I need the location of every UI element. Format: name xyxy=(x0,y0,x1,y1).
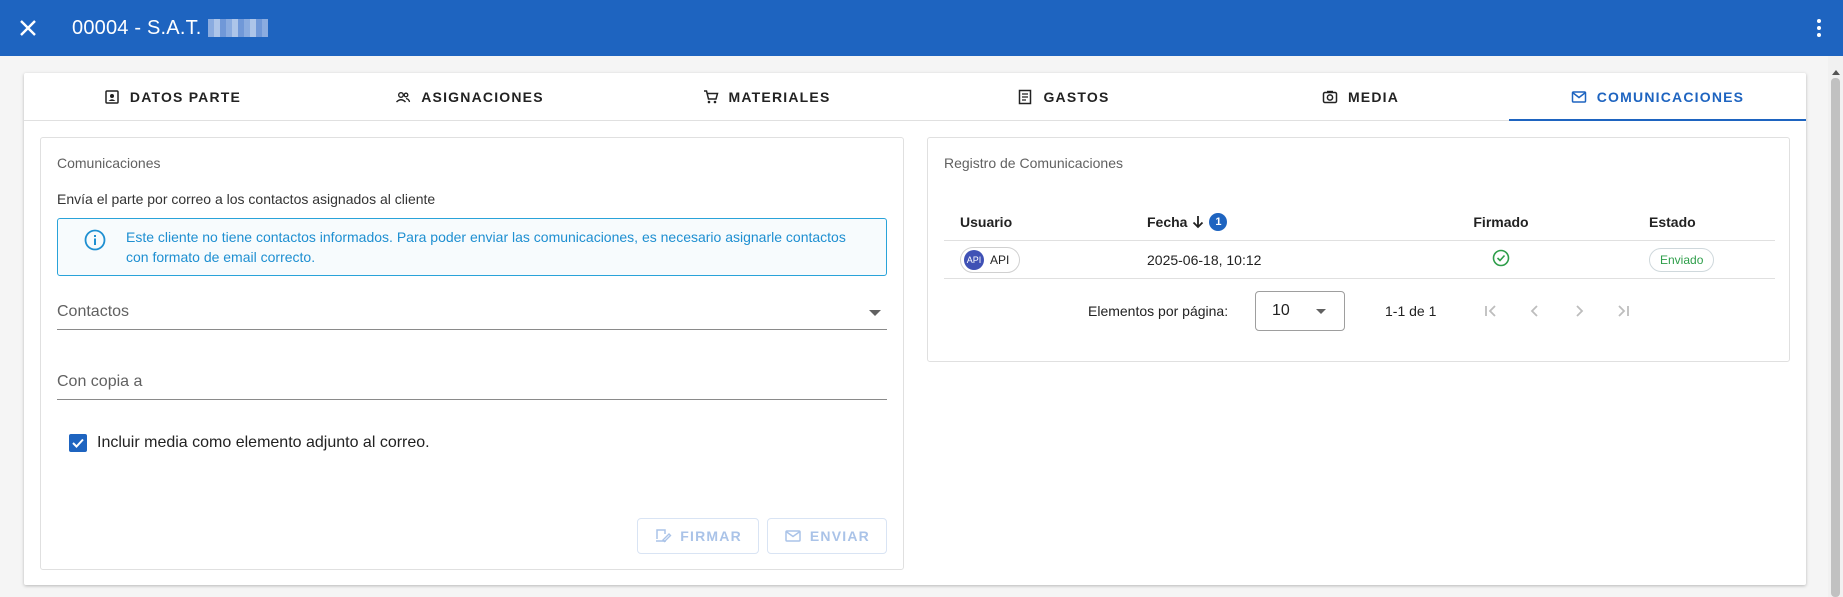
dropdown-arrow-icon xyxy=(1316,309,1326,314)
registro-table: Usuario Fecha 1 Firmado Estado API API 2… xyxy=(944,204,1775,279)
receipt-icon xyxy=(1019,89,1032,104)
last-page-icon[interactable] xyxy=(1613,301,1633,321)
contact-card-icon xyxy=(105,89,119,104)
cart-icon xyxy=(703,89,718,103)
include-media-label[interactable]: Incluir media como elemento adjunto al c… xyxy=(97,434,430,452)
tab-media[interactable]: MEDIA xyxy=(1212,73,1509,120)
col-firmado[interactable]: Firmado xyxy=(1401,214,1601,230)
tab-datos-parte[interactable]: DATOS PARTE xyxy=(24,73,321,120)
info-alert: Este cliente no tiene contactos informad… xyxy=(57,218,887,276)
tab-asignaciones[interactable]: ASIGNACIONES xyxy=(321,73,618,120)
page-title: 00004 - S.A.T. xyxy=(72,17,268,40)
col-fecha-label: Fecha xyxy=(1147,214,1188,230)
close-icon xyxy=(20,20,36,36)
con-copia-input[interactable]: Con copia a xyxy=(57,368,887,400)
next-page-icon[interactable] xyxy=(1569,301,1589,321)
enviar-label: ENVIAR xyxy=(809,528,870,544)
first-page-icon[interactable] xyxy=(1481,301,1501,321)
col-usuario[interactable]: Usuario xyxy=(944,214,1131,230)
con-copia-label: Con copia a xyxy=(57,373,143,390)
firmar-label: FIRMAR xyxy=(680,528,742,544)
status-badge: Enviado xyxy=(1649,247,1715,272)
redacted-name xyxy=(207,19,268,38)
scrollbar-thumb[interactable] xyxy=(1831,78,1840,597)
app-header: 00004 - S.A.T. xyxy=(0,0,1843,56)
tab-label: GASTOS xyxy=(1043,88,1110,105)
prev-page-icon[interactable] xyxy=(1525,301,1545,321)
sort-order-badge: 1 xyxy=(1209,213,1228,231)
user-chip: API API xyxy=(960,246,1021,273)
page-size-select[interactable]: 10 xyxy=(1255,291,1345,331)
panel-description: Envía el parte por correo a los contacto… xyxy=(57,191,436,207)
tab-materiales[interactable]: MATERIALES xyxy=(618,73,915,120)
registro-panel: Registro de Comunicaciones Usuario Fecha… xyxy=(927,137,1790,362)
dropdown-arrow-icon xyxy=(869,310,881,316)
send-mail-icon xyxy=(785,530,801,542)
firmar-button[interactable]: FIRMAR xyxy=(637,518,759,554)
panel-title: Registro de Comunicaciones xyxy=(944,155,1123,171)
page-size-label: Elementos por página: xyxy=(1088,303,1229,319)
camera-icon xyxy=(1322,90,1338,103)
action-buttons: FIRMAR ENVIAR xyxy=(637,518,887,554)
include-media-option: Incluir media como elemento adjunto al c… xyxy=(69,434,430,452)
tab-label: MEDIA xyxy=(1347,88,1400,105)
col-fecha[interactable]: Fecha 1 xyxy=(1131,213,1401,231)
include-media-checkbox[interactable] xyxy=(69,434,87,452)
tab-label: DATOS PARTE xyxy=(129,88,242,105)
avatar: API xyxy=(964,249,984,270)
main-card: DATOS PARTE ASIGNACIONES MATERIALES GAST… xyxy=(24,73,1806,585)
cell-estado: Enviado xyxy=(1601,247,1775,272)
tab-label: MATERIALES xyxy=(728,88,831,105)
paginator: Elementos por página: 10 1-1 de 1 xyxy=(944,291,1775,331)
page-size-value: 10 xyxy=(1272,302,1290,319)
arrow-down-icon xyxy=(1193,216,1204,229)
table-row[interactable]: API API 2025-06-18, 10:12 Enviado xyxy=(944,241,1775,279)
close-button[interactable] xyxy=(0,0,56,56)
tab-bar: DATOS PARTE ASIGNACIONES MATERIALES GAST… xyxy=(24,73,1806,121)
cell-fecha: 2025-06-18, 10:12 xyxy=(1147,251,1262,268)
comunicaciones-panel: Comunicaciones Envía el parte por correo… xyxy=(40,137,904,570)
panel-title: Comunicaciones xyxy=(57,155,161,171)
table-header: Usuario Fecha 1 Firmado Estado xyxy=(944,204,1775,241)
tab-label: ASIGNACIONES xyxy=(421,88,544,105)
user-name: API xyxy=(990,252,1010,267)
page-range: 1-1 de 1 xyxy=(1385,303,1437,319)
more-vert-icon[interactable] xyxy=(1807,16,1831,40)
scrollbar[interactable] xyxy=(1828,56,1843,597)
alert-text: Este cliente no tiene contactos informad… xyxy=(126,229,846,265)
tab-label: COMUNICACIONES xyxy=(1596,88,1745,105)
col-estado[interactable]: Estado xyxy=(1601,214,1775,230)
people-icon xyxy=(396,91,411,103)
contactos-select[interactable]: Contactos xyxy=(57,298,887,330)
cell-usuario: API API xyxy=(944,246,1131,273)
contactos-label: Contactos xyxy=(57,303,130,320)
tab-gastos[interactable]: GASTOS xyxy=(915,73,1212,120)
info-icon xyxy=(84,229,106,251)
sign-icon xyxy=(656,529,672,543)
mail-icon xyxy=(1571,90,1586,103)
check-circle-icon xyxy=(1492,249,1510,267)
tab-comunicaciones[interactable]: COMUNICACIONES xyxy=(1509,73,1806,121)
check-icon xyxy=(72,438,84,448)
enviar-button[interactable]: ENVIAR xyxy=(766,518,887,554)
cell-firmado xyxy=(1401,249,1601,270)
